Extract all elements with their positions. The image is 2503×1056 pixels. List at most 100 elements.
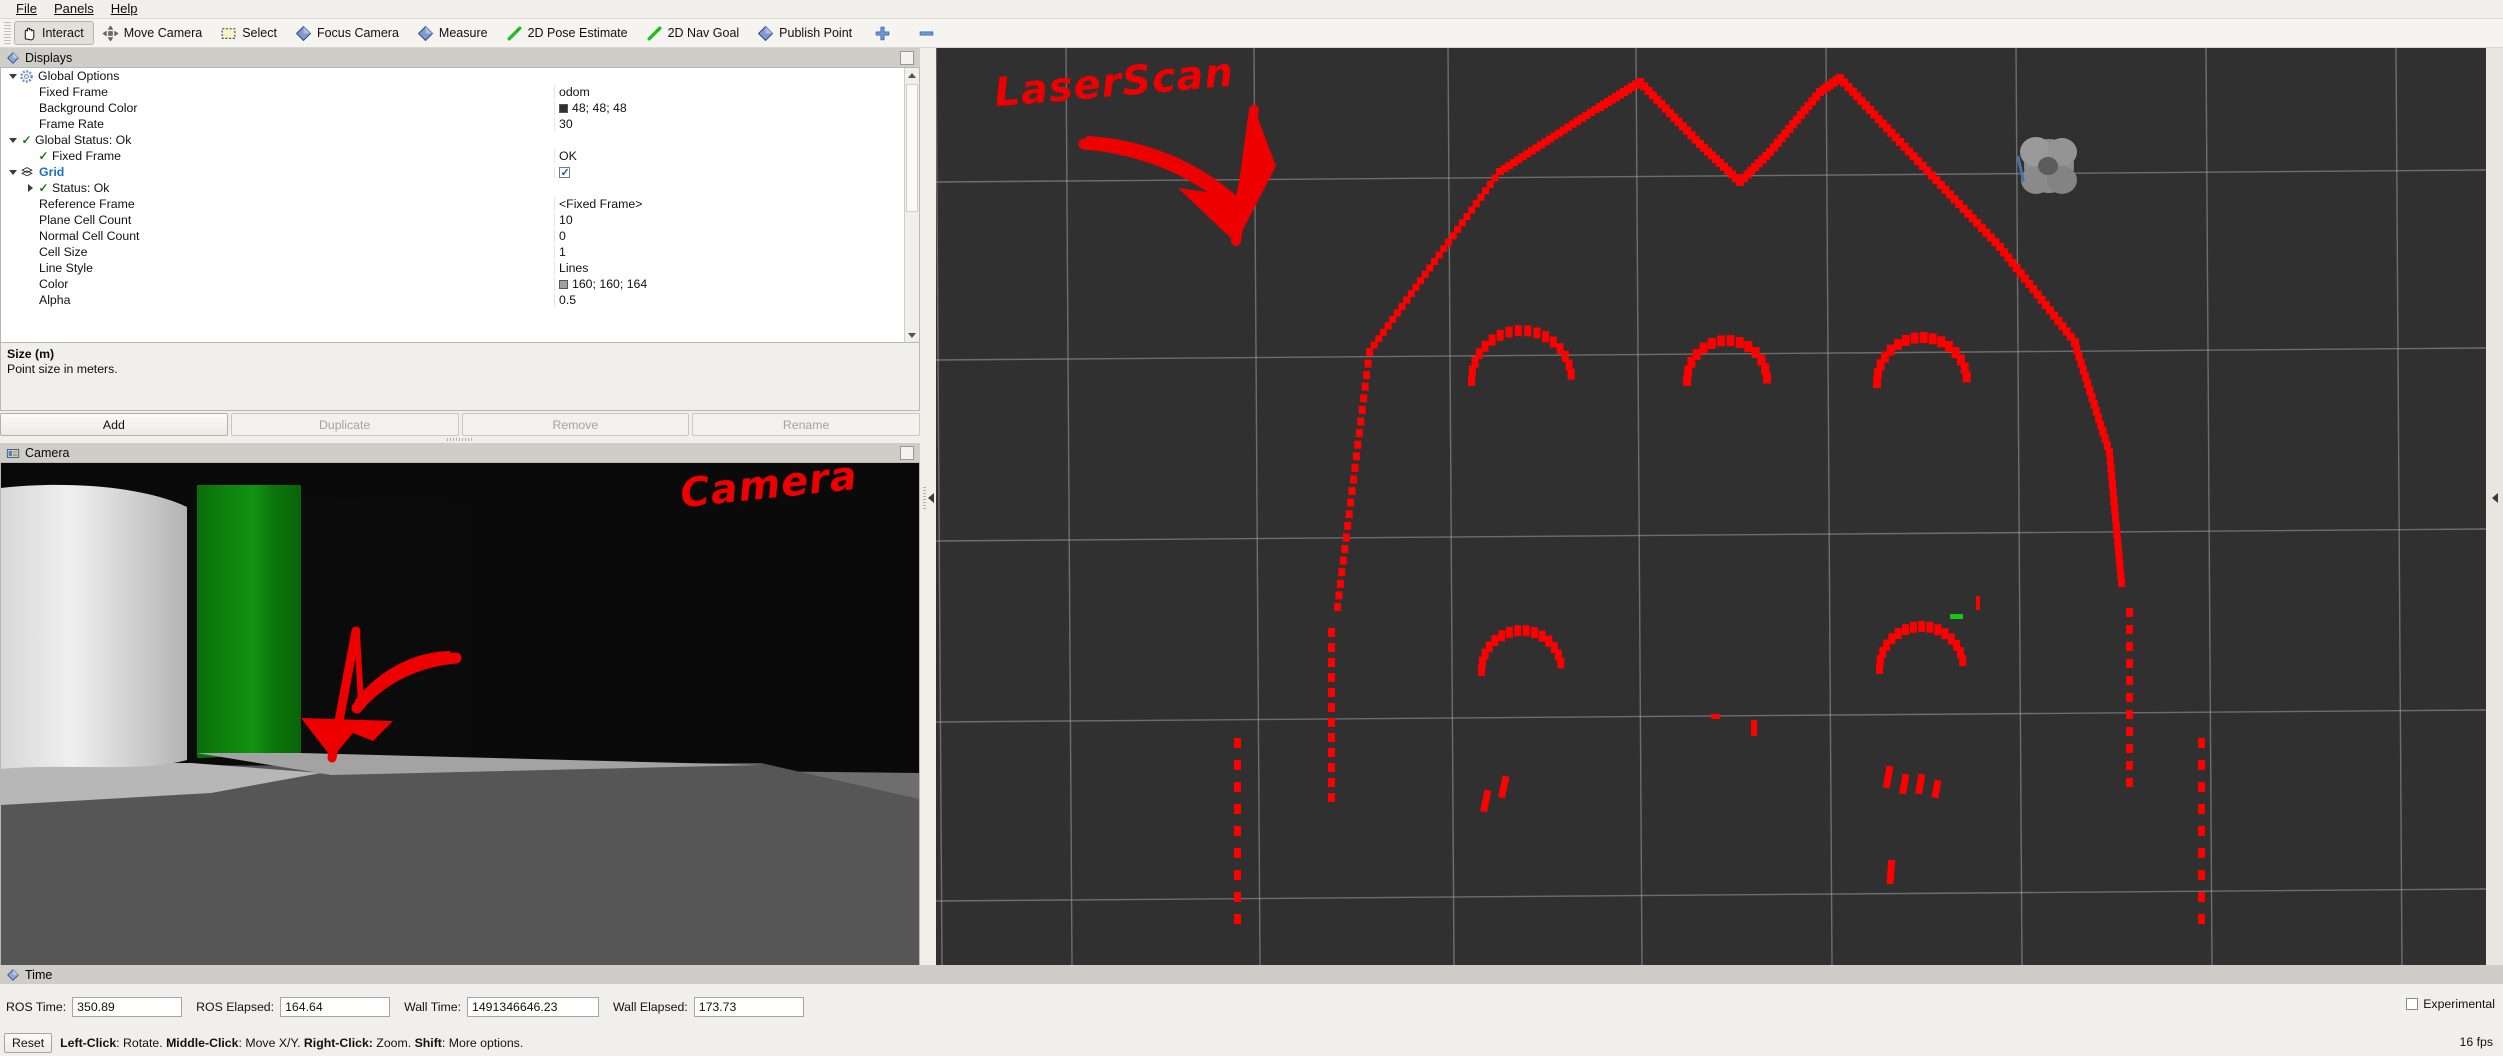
tool-2d-pose-estimate-button[interactable]: 2D Pose Estimate [500,21,638,45]
property-name: Color [39,277,69,291]
rename-display-button[interactable]: Rename [692,413,920,436]
main-toolbar: Interact Move Camera Select Focus Camera… [0,19,2503,48]
property-name: Normal Cell Count [39,229,140,243]
property-value-cell[interactable]: 160; 160; 164 [554,277,904,291]
chevron-right-icon[interactable] [24,182,37,195]
property-label-cell: Color [1,277,554,291]
wall-time-field-group: Wall Time: [404,997,599,1017]
property-row[interactable]: ✓ Global Status: Ok [1,132,904,148]
hint-part: Zoom. [372,1036,415,1050]
ros-time-input[interactable] [72,997,183,1017]
experimental-checkbox[interactable] [2406,998,2419,1010]
left-right-splitter[interactable] [920,48,936,965]
hint-part: Right-Click: [303,1036,373,1050]
chevron-down-icon[interactable] [7,134,20,147]
display-enabled-checkbox[interactable] [559,166,570,178]
property-row[interactable]: Alpha 0.5 [1,292,904,308]
camera-float-button[interactable] [900,446,914,460]
property-tree[interactable]: Global Options Fixed Frame odom Background … [1,68,904,342]
right-panel-splitter[interactable] [2486,48,2503,965]
hint-part: Middle-Click [166,1036,239,1050]
scroll-up-arrow-icon[interactable] [905,68,919,82]
displays-button-row: Add Duplicate Remove Rename [0,411,920,436]
displays-scrollbar[interactable] [904,68,919,342]
property-row[interactable]: Frame Rate 30 [1,116,904,132]
property-row[interactable]: Color 160; 160; 164 [1,276,904,292]
property-row[interactable]: Fixed Frame odom [1,84,904,100]
displays-float-button[interactable] [900,51,914,65]
right-splitter-handle[interactable] [2486,478,2503,518]
property-value-cell[interactable]: 10 [554,213,904,227]
property-row[interactable]: Plane Cell Count 10 [1,212,904,228]
splitter-collapse-handle[interactable] [920,478,936,518]
property-value-cell[interactable]: 48; 48; 48 [554,101,904,115]
property-row[interactable]: ✓ Status: Ok [1,180,904,196]
scroll-down-arrow-icon[interactable] [905,328,919,342]
property-value-cell[interactable]: 0.5 [554,293,904,307]
wall-elapsed-input[interactable] [693,997,804,1017]
property-value-cell[interactable]: <Fixed Frame> [554,197,904,211]
hint-part: : Move X/Y. [238,1036,304,1050]
menu-file[interactable]: File [8,0,46,18]
menu-panels[interactable]: Panels [46,0,103,18]
property-label-cell: Alpha [1,293,554,307]
property-value-cell[interactable]: 30 [554,117,904,131]
tool-add-button[interactable] [864,21,906,45]
property-label-cell: Fixed Frame [1,85,554,99]
fps-counter: 16 fps [2459,1035,2494,1049]
property-value: <Fixed Frame> [559,197,643,211]
scrollbar-thumb[interactable] [906,84,918,212]
3d-render-view[interactable]: LaserScan [936,48,2486,965]
reset-button[interactable]: Reset [4,1033,53,1053]
color-swatch[interactable] [559,279,568,289]
property-row[interactable]: Grid [1,164,904,180]
tool-remove-button[interactable] [908,21,950,45]
duplicate-display-button[interactable]: Duplicate [230,413,459,436]
camera-view[interactable] [0,463,920,976]
add-display-button[interactable]: Add [0,413,228,436]
property-value-cell[interactable]: odom [554,85,904,99]
property-value-cell[interactable]: Lines [554,261,904,275]
tool-select-button[interactable]: Select [214,21,287,45]
experimental-checkbox-group[interactable]: Experimental [2406,997,2495,1011]
tool-focus-camera-label: Focus Camera [316,26,399,40]
tool-move-camera-button[interactable]: Move Camera [96,21,213,45]
property-value-cell[interactable]: 1 [554,245,904,259]
tool-interact-button[interactable]: Interact [14,21,94,45]
tool-measure-button[interactable]: Measure [411,21,498,45]
property-value-cell[interactable]: 0 [554,229,904,243]
chevron-down-icon[interactable] [7,166,20,179]
tool-interact-label: Interact [42,26,84,40]
remove-display-button[interactable]: Remove [461,413,690,436]
minus-icon [919,30,934,36]
wall-elapsed-field-group: Wall Elapsed: [613,997,804,1017]
menu-file-label: File [16,1,37,16]
select-rect-icon [221,27,236,39]
chevron-down-icon[interactable] [7,70,20,83]
horizontal-splitter[interactable] [0,436,920,443]
property-row[interactable]: Background Color 48; 48; 48 [1,100,904,116]
property-row[interactable]: Global Options [1,68,904,84]
mouse-hint-text: Left-Click: Rotate. Middle-Click: Move X… [60,1036,523,1050]
color-swatch[interactable] [559,103,568,113]
property-row[interactable]: Normal Cell Count 0 [1,228,904,244]
property-row[interactable]: Cell Size 1 [1,244,904,260]
wall-time-input[interactable] [467,997,599,1017]
status-ok-check-icon: ✓ [38,181,49,195]
property-value-cell[interactable]: OK [554,149,904,163]
tool-2d-nav-goal-button[interactable]: 2D Nav Goal [640,21,750,45]
chevron-left-icon [2491,493,2498,503]
tool-focus-camera-button[interactable]: Focus Camera [289,21,409,45]
menu-help[interactable]: Help [103,0,147,18]
property-value-cell[interactable] [554,166,904,178]
property-row[interactable]: ✓ Fixed Frame OK [1,148,904,164]
property-row[interactable]: Reference Frame <Fixed Frame> [1,196,904,212]
ros-elapsed-input[interactable] [280,997,391,1017]
tool-publish-point-button[interactable]: Publish Point [751,21,862,45]
property-label-cell: Plane Cell Count [1,213,554,227]
property-row[interactable]: Line Style Lines [1,260,904,276]
property-label-cell: Grid [1,165,554,179]
toolbar-grip[interactable] [4,22,11,44]
